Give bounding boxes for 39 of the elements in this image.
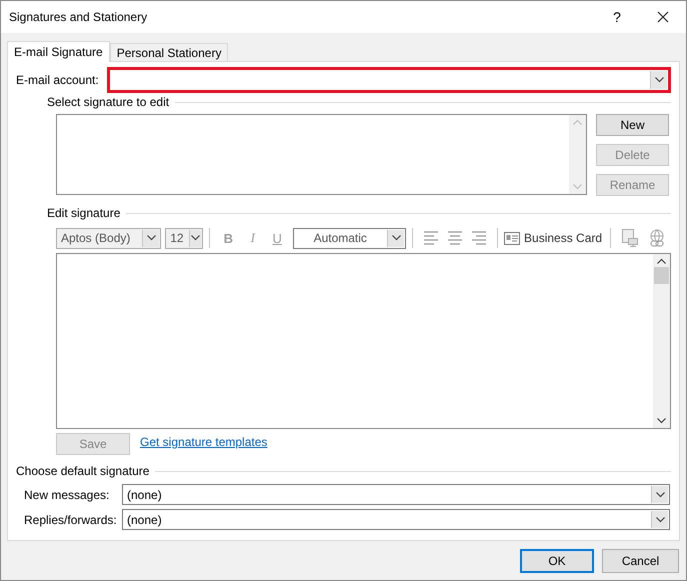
chevron-down-icon: [650, 71, 667, 89]
tab[interactable]: E-mail Signature: [7, 41, 110, 62]
picture-icon[interactable]: [622, 229, 638, 247]
close-icon[interactable]: [657, 11, 669, 23]
window-title: Signatures and Stationery: [9, 10, 148, 24]
align-left-icon[interactable]: [424, 231, 438, 245]
size-dropdown[interactable]: 12: [165, 228, 204, 248]
chevron-down-icon: [651, 486, 668, 503]
chevron-down-icon: [188, 230, 202, 246]
signature-button[interactable]: New: [596, 114, 669, 136]
dialog-button[interactable]: OK: [520, 549, 594, 573]
signature-dropdown[interactable]: (none): [122, 509, 670, 530]
group-heading: Choose default signature: [16, 464, 150, 478]
field-label: New messages:: [23, 488, 110, 502]
hyperlink-icon[interactable]: [648, 229, 666, 247]
chevron-down-icon: [142, 230, 160, 246]
scroll-down-icon[interactable]: [657, 418, 666, 424]
signature-list[interactable]: [56, 114, 587, 195]
business-card-button[interactable]: Business Card: [504, 231, 602, 245]
color-dropdown[interactable]: Automatic: [293, 228, 406, 248]
dialog-button[interactable]: Cancel: [602, 549, 679, 573]
group-heading: Select signature to edit: [47, 95, 170, 109]
templates-link[interactable]: Get signature templates: [140, 435, 268, 449]
scroll-thumb[interactable]: [654, 267, 669, 284]
group-heading: Edit signature: [47, 206, 120, 220]
account-dropdown[interactable]: [106, 67, 671, 93]
align-right-icon[interactable]: [472, 231, 486, 245]
scroll-up-icon[interactable]: [657, 258, 666, 264]
scrollbar[interactable]: [653, 254, 670, 428]
contact-card-icon: [504, 232, 520, 244]
font-dropdown[interactable]: Aptos (Body): [56, 228, 162, 248]
field-label: E-mail account:: [16, 73, 99, 87]
align-center-icon[interactable]: [448, 231, 462, 245]
signature-dropdown[interactable]: (none): [122, 484, 670, 505]
chevron-down-icon: [651, 511, 668, 528]
tab[interactable]: Personal Stationery: [110, 43, 228, 61]
field-label: Replies/forwards:: [23, 512, 118, 526]
chevron-down-icon: [387, 230, 404, 246]
help-button[interactable]: ?: [594, 9, 640, 25]
